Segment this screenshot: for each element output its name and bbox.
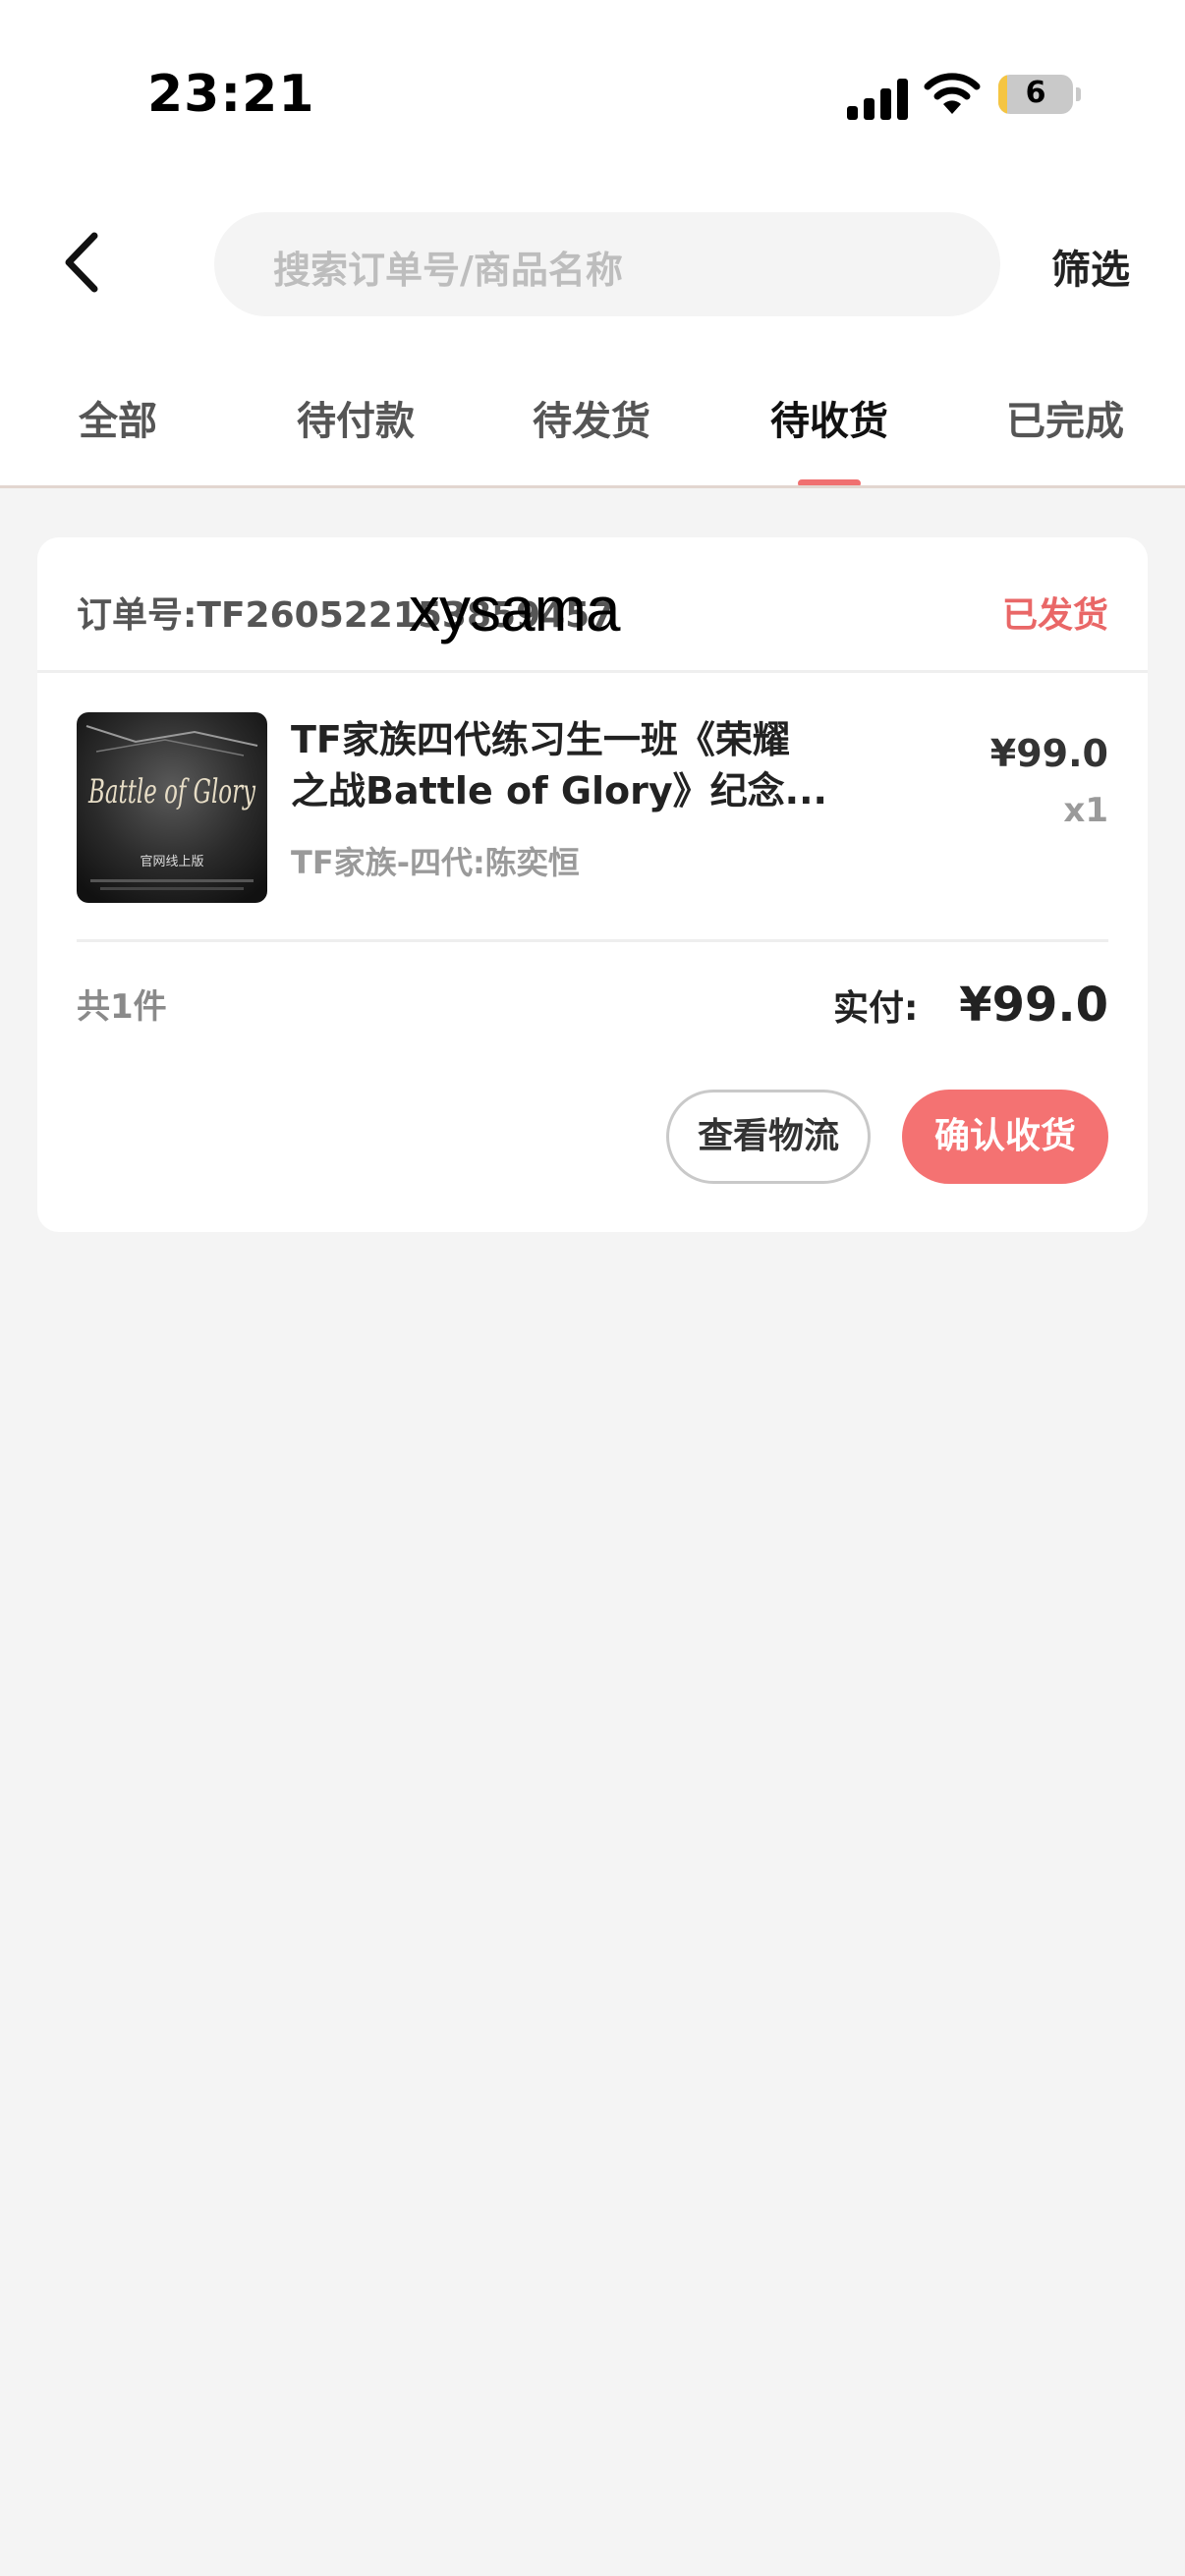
product-title[interactable]: TF家族四代练习生一班《荣耀 之战Battle of Glory》纪念... xyxy=(291,714,880,816)
tab-pending-shipment[interactable]: 待发货 xyxy=(493,389,690,446)
paid-label: 实付: xyxy=(833,988,919,1029)
product-image[interactable]: Battle of Glory 官网线上版 xyxy=(77,712,267,903)
tab-completed[interactable]: 已完成 xyxy=(967,389,1163,446)
confirm-receipt-button[interactable]: 确认收货 xyxy=(902,1090,1108,1184)
tab-pending-receipt[interactable]: 待收货 xyxy=(731,389,928,446)
tab-all[interactable]: 全部 xyxy=(20,389,216,446)
status-time: 23:21 xyxy=(147,65,315,124)
back-arrow-icon[interactable] xyxy=(55,228,114,297)
watermark-text: xysama xyxy=(409,574,620,644)
card-divider xyxy=(37,670,1148,673)
filter-button[interactable]: 筛选 xyxy=(1051,238,1130,295)
battery-level: 6 xyxy=(1025,76,1046,110)
product-spec: TF家族-四代:陈奕恒 xyxy=(291,844,580,881)
view-logistics-button[interactable]: 查看物流 xyxy=(666,1090,871,1184)
paid-amount: ¥99.0 xyxy=(959,978,1108,1033)
cellular-signal-icon xyxy=(847,77,910,120)
product-quantity: x1 xyxy=(1063,791,1108,830)
tabs-divider xyxy=(0,485,1185,488)
total-item-count: 共1件 xyxy=(77,987,167,1027)
order-card[interactable]: 订单号:TF260522153859457 已发货 xysama Battle … xyxy=(37,537,1148,1232)
battery-icon: 6 xyxy=(998,75,1073,114)
product-title-line2: 之战Battle of Glory》纪念... xyxy=(291,769,827,812)
product-title-line1: TF家族四代练习生一班《荣耀 xyxy=(291,718,790,761)
battery-nub xyxy=(1076,87,1081,101)
tab-pending-payment[interactable]: 待付款 xyxy=(257,389,454,446)
card-divider xyxy=(77,939,1108,942)
product-image-title: Battle of Glory xyxy=(87,772,255,812)
search-placeholder: 搜索订单号/商品名称 xyxy=(273,249,623,292)
product-image-subtitle: 官网线上版 xyxy=(140,854,203,869)
product-price: ¥99.0 xyxy=(989,732,1108,775)
search-input[interactable]: 搜索订单号/商品名称 xyxy=(214,212,1000,316)
order-status-badge: 已发货 xyxy=(1001,595,1108,636)
wifi-icon xyxy=(924,73,981,114)
